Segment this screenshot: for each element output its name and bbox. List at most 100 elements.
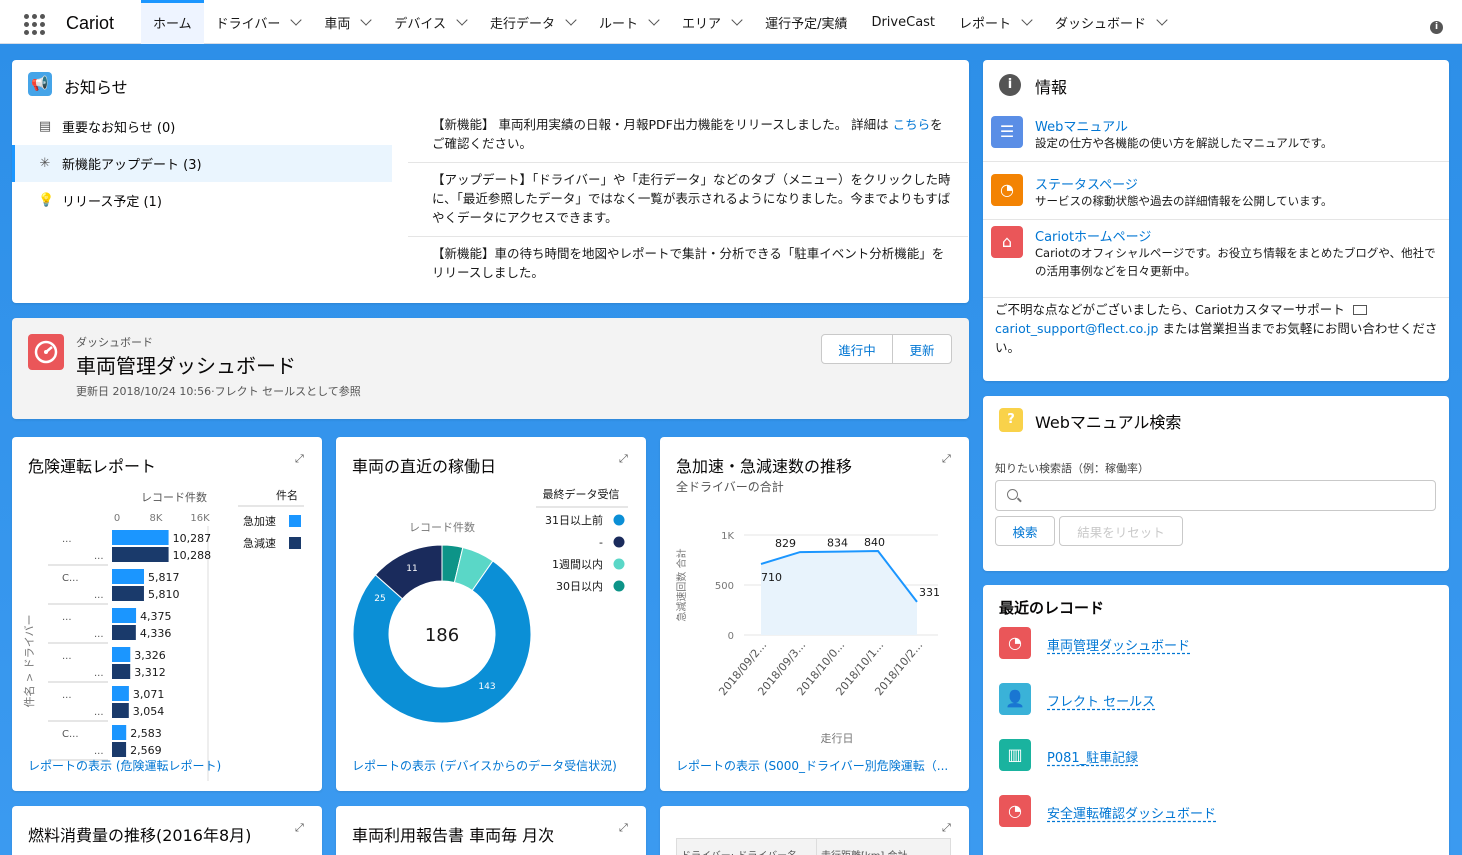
recent-record[interactable]: ▥ P081_駐車記録 [999,739,1439,773]
info-item-link[interactable]: Webマニュアル [1035,116,1128,135]
nav-tab-2[interactable]: 車両 [312,0,382,44]
slice-label: 25 [374,594,385,604]
announcement-category[interactable]: ▤ 重要なお知らせ (0) [12,108,392,145]
info-item-desc: サービスの稼動状態や過去の詳細情報を公開しています。 [1035,194,1333,208]
search-button[interactable]: 検索 [995,516,1055,546]
status-icon: ◔ [991,174,1023,206]
bar[interactable] [112,547,169,562]
bar[interactable] [112,647,131,662]
legend-label: 31日以上前 [545,513,603,527]
nav-tab-9[interactable]: レポート [947,0,1043,44]
bar[interactable] [112,664,131,679]
divider [983,297,1449,298]
bar[interactable] [112,586,144,601]
support-pre: ご不明な点などがございましたら、Cariotカスタマーサポート [995,302,1345,317]
data-point[interactable] [758,561,764,567]
nav-tab-label: レポート [959,16,1012,32]
recent-record[interactable]: ◔ 安全運転確認ダッシュボード [999,795,1439,829]
reset-button[interactable]: 結果をリセット [1059,516,1183,546]
expand-icon[interactable]: ⤢ [295,822,307,834]
support-email-link[interactable]: cariot_support@flect.co.jp [995,321,1158,336]
nav-tab-label: DriveCast [871,14,936,30]
chevron-down-icon[interactable] [565,14,577,26]
recent-record-link[interactable]: 車両管理ダッシュボード [1047,635,1190,654]
dashboard-header: ダッシュボード 車両管理ダッシュボード 更新日 2018/10/24 10:56… [12,318,969,419]
widget-subtitle: 全ドライバーの合計 [676,480,784,494]
bar[interactable] [112,686,129,701]
data-point[interactable] [797,549,803,555]
chevron-down-icon[interactable] [456,14,468,26]
nav-tab-0[interactable]: ホーム [141,0,204,44]
chevron-down-icon[interactable] [360,14,373,26]
y-axis-title: 件名 > ドライバー [22,615,36,708]
legend-label: 1週間以内 [552,557,603,571]
announcement-category[interactable]: 💡 リリース予定 (1) [12,182,392,219]
help-icon: ? [999,408,1023,432]
recent-record-link[interactable]: P081_駐車記録 [1047,747,1138,766]
bar[interactable] [112,530,169,545]
divider [983,219,1449,220]
category-label: リリース予定 (1) [62,195,162,210]
entry-text: 【新機能】 車両利用実績の日報・月報PDF出力機能をリリースしました。 詳細は [432,117,893,132]
bar[interactable] [112,625,136,640]
expand-icon[interactable]: ⤢ [942,453,954,465]
recent-record[interactable]: ◔ 車両管理ダッシュボード [999,627,1439,661]
nav-tab-3[interactable]: デバイス [382,0,478,44]
bar[interactable] [112,608,137,623]
legend-label: - [599,536,603,549]
info-icon[interactable]: i [1430,21,1443,34]
bar[interactable] [112,725,127,740]
bar[interactable] [112,703,129,718]
nav-tab-4[interactable]: 走行データ [478,0,587,44]
chevron-down-icon[interactable] [731,14,743,26]
x-tick-label: 8K [150,513,163,524]
bar[interactable] [112,742,127,757]
data-point[interactable] [914,599,920,605]
slice-label: 11 [406,564,417,574]
col-header-driver[interactable]: ドライバー: ドライバー名 [677,839,817,855]
search-input[interactable] [995,480,1436,511]
announcements-title: お知らせ [64,78,128,97]
dashboard-title: 車両管理ダッシュボード [76,354,296,378]
chevron-down-icon[interactable] [290,14,303,26]
recent-record[interactable]: 👤 フレクト セールス [999,683,1439,717]
legend-title: 件名 [276,488,298,502]
announcement-entry: 【アップデート】「ドライバー」や「走行データ」などのタブ（メニュー）をクリックし… [422,170,962,227]
category-label: ... [94,746,104,757]
report-link[interactable]: レポートの表示 (デバイスからのデータ受信状況) [352,757,617,774]
nav-tab-10[interactable]: ダッシュボード [1043,0,1178,44]
col-header-distance[interactable]: 走行距離[km] 合計 [817,839,950,855]
chevron-down-icon[interactable] [648,14,660,26]
nav-tab-6[interactable]: エリア [670,0,753,44]
info-item-link[interactable]: Cariotホームページ [1035,226,1151,245]
expand-icon[interactable]: ⤢ [619,822,631,834]
bar-label: 2,569 [130,744,162,757]
report-link[interactable]: レポートの表示 (危険運転レポート) [28,757,221,774]
category-label: ... [94,707,104,718]
recent-record-link[interactable]: 安全運転確認ダッシュボード [1047,803,1216,822]
nav-tab-1[interactable]: ドライバー [204,0,313,44]
progress-button[interactable]: 進行中 [821,334,893,364]
chevron-down-icon[interactable] [1156,14,1168,26]
x-axis-title: 走行日 [821,732,854,745]
recent-record-link[interactable]: フレクト セールス [1047,691,1155,710]
table-header: ドライバー: ドライバー名 走行距離[km] 合計 [676,838,951,855]
expand-icon[interactable]: ⤢ [942,822,954,834]
nav-tab-5[interactable]: ルート [587,0,670,44]
refresh-button[interactable]: 更新 [892,334,952,364]
nav-tab-7[interactable]: 運行予定/実績 [753,0,859,44]
info-item-link[interactable]: ステータスページ [1035,174,1138,193]
app-launcher-icon[interactable] [24,14,45,35]
expand-icon[interactable]: ⤢ [619,453,631,465]
entry-text: 【新機能】車の待ち時間を地図やレポートで集計・分析できる「駐車イベント分析機能」… [432,246,945,280]
point-label: 331 [919,586,940,599]
category-label: C... [62,573,79,584]
expand-icon[interactable]: ⤢ [295,453,307,465]
report-link[interactable]: レポートの表示 (S000_ドライバー別危険運転（... [676,757,956,774]
bar[interactable] [112,569,144,584]
announcement-category[interactable]: ✳ 新機能アップデート (3) [12,145,392,182]
chevron-down-icon[interactable] [1021,14,1033,26]
nav-tab-8[interactable]: DriveCast [859,0,947,44]
bar-label: 3,054 [133,705,165,718]
entry-link[interactable]: こちら [893,117,931,132]
